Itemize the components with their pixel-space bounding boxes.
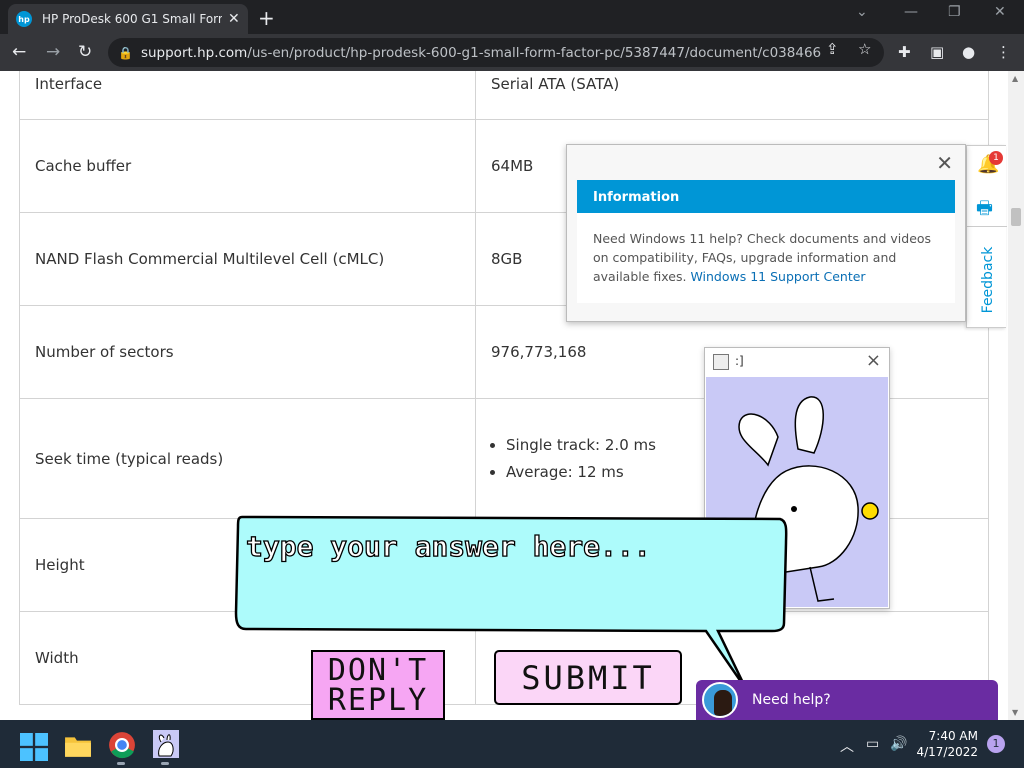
rail-divider	[967, 226, 1007, 227]
dont-reply-button[interactable]: DON'T REPLY	[311, 650, 445, 720]
tab-title: HP ProDesk 600 G1 Small Form Factor PC	[42, 12, 222, 26]
tab-close-icon[interactable]: ✕	[228, 11, 240, 27]
dont-reply-label: DON'T REPLY	[327, 653, 429, 718]
submit-button[interactable]: SUBMIT	[494, 650, 682, 705]
network-icon[interactable]: ▭	[866, 736, 879, 752]
scroll-thumb[interactable]	[1011, 208, 1021, 226]
window-title: :]	[735, 354, 744, 368]
hp-favicon-icon: hp	[16, 11, 32, 27]
answer-input[interactable]	[246, 521, 766, 571]
popup-body: Need Windows 11 help? Check documents an…	[577, 213, 955, 303]
windows-start-icon[interactable]	[20, 733, 48, 761]
reload-icon[interactable]: ↻	[78, 42, 92, 62]
information-popup: ✕ Information Need Windows 11 help? Chec…	[566, 144, 966, 322]
share-icon[interactable]: ⇪	[826, 40, 839, 58]
address-bar[interactable]: 🔒 support.hp.com/us-en/product/hp-prodes…	[108, 38, 884, 67]
back-icon[interactable]: ←	[12, 42, 26, 62]
page-content: Interface Serial ATA (SATA) Cache buffer…	[0, 71, 1024, 720]
minimize-icon[interactable]: —	[904, 4, 918, 20]
spec-label: NAND Flash Commercial Multilevel Cell (c…	[19, 212, 476, 306]
agent-avatar	[702, 682, 738, 718]
url-text: support.hp.com/us-en/product/hp-prodesk-…	[140, 44, 821, 61]
extensions-icon[interactable]: ✚	[898, 43, 911, 61]
tab-search-icon[interactable]: ⌄	[856, 4, 868, 20]
bunny-app-icon[interactable]	[152, 730, 180, 758]
file-explorer-icon[interactable]	[64, 732, 92, 760]
feedback-tab[interactable]: Feedback	[980, 245, 996, 315]
lock-icon: 🔒	[118, 45, 133, 60]
notification-center-badge[interactable]: 1	[987, 735, 1005, 753]
notification-badge: 1	[989, 151, 1003, 165]
menu-icon[interactable]: ⋮	[996, 43, 1011, 61]
browser-tab[interactable]: hp HP ProDesk 600 G1 Small Form Factor P…	[8, 4, 248, 34]
spec-label: Seek time (typical reads)	[19, 398, 476, 519]
clock-time: 7:40 AM	[928, 729, 978, 743]
need-help-label: Need help?	[752, 692, 831, 708]
forward-icon[interactable]: →	[46, 42, 60, 62]
profile-icon[interactable]: ●	[962, 43, 975, 61]
app-icon	[713, 354, 729, 370]
scroll-down-icon[interactable]: ▼	[1012, 708, 1018, 717]
spec-value: Serial ATA (SATA)	[475, 71, 989, 120]
chrome-running-indicator	[117, 762, 125, 765]
close-window-icon[interactable]: ✕	[994, 4, 1006, 20]
browser-toolbar: ← → ↻ 🔒 support.hp.com/us-en/product/hp-…	[0, 34, 1024, 71]
spec-label: Number of sectors	[19, 305, 476, 399]
scroll-up-icon[interactable]: ▲	[1012, 74, 1018, 83]
print-icon[interactable]: 🖶	[976, 196, 993, 226]
restore-icon[interactable]: ❐	[948, 4, 961, 20]
tray-chevron-icon[interactable]: ︿	[840, 736, 854, 756]
new-tab-icon[interactable]: +	[258, 6, 275, 30]
chrome-icon[interactable]	[108, 731, 136, 759]
spec-label: Cache buffer	[19, 119, 476, 213]
popup-heading: Information	[577, 180, 955, 213]
bunny-running-indicator	[161, 762, 169, 765]
volume-icon[interactable]: 🔊	[890, 736, 907, 752]
side-panel-icon[interactable]: ▣	[930, 43, 944, 61]
submit-label: SUBMIT	[521, 658, 655, 697]
clock-date: 4/17/2022	[916, 745, 978, 759]
taskbar: ︿ ▭ 🔊 7:40 AM 4/17/2022 1	[0, 720, 1024, 768]
bookmark-star-icon[interactable]: ☆	[858, 40, 871, 58]
page-scrollbar[interactable]: ▲ ▼	[1008, 71, 1024, 720]
windows-11-support-link[interactable]: Windows 11 Support Center	[690, 269, 865, 284]
close-icon[interactable]: ✕	[936, 151, 953, 175]
close-icon[interactable]: ×	[866, 350, 881, 371]
table-row: Interface Serial ATA (SATA)	[19, 71, 989, 120]
browser-tab-bar: hp HP ProDesk 600 G1 Small Form Factor P…	[0, 0, 1024, 34]
side-rail: 🔔 1 🖶 Feedback	[966, 145, 1007, 328]
spec-label: Interface	[19, 71, 476, 120]
need-help-chat[interactable]: Need help?	[696, 680, 998, 720]
taskbar-clock[interactable]: 7:40 AM 4/17/2022	[914, 728, 978, 760]
